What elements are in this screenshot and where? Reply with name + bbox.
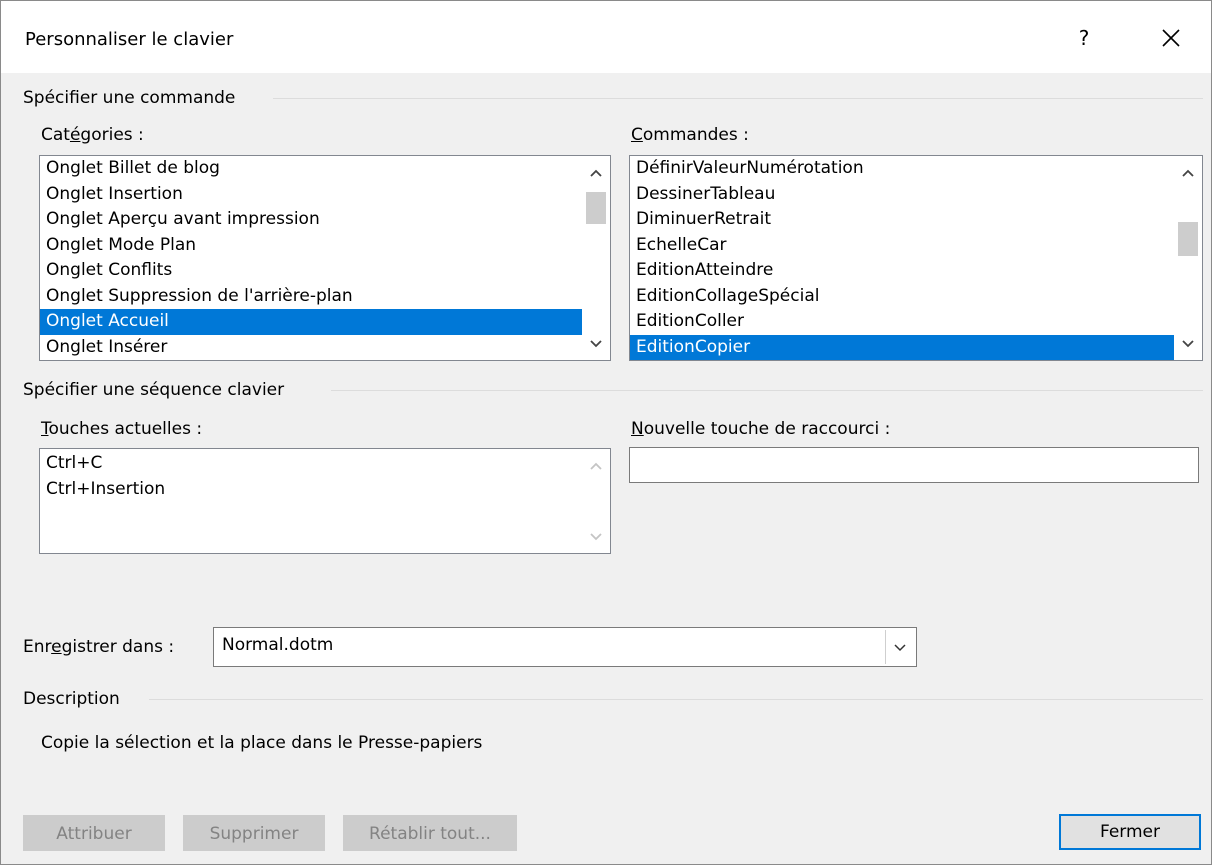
- current-keys-label: Touches actuelles :: [41, 419, 203, 439]
- commands-label: Commandes :: [631, 125, 749, 145]
- chevron-up-icon: [1182, 169, 1194, 177]
- list-item[interactable]: DessinerTableau: [630, 182, 1174, 208]
- help-button[interactable]: ?: [1069, 23, 1099, 53]
- commands-items: DéfinirValeurNumérotation DessinerTableau…: [630, 156, 1174, 360]
- list-item[interactable]: Onglet Aperçu avant impression: [40, 207, 582, 233]
- categories-listbox[interactable]: Onglet Billet de blog Onglet Insertion Ong…: [39, 155, 611, 361]
- close-dialog-button[interactable]: Fermer: [1059, 814, 1201, 850]
- list-item[interactable]: Onglet Insérer: [40, 335, 582, 361]
- list-item[interactable]: Ctrl+C: [40, 451, 582, 477]
- chevron-up-icon: [590, 462, 602, 470]
- save-in-label: Enregistrer dans :: [23, 637, 175, 657]
- description-title: Description: [23, 689, 120, 709]
- list-item[interactable]: Onglet Billet de blog: [40, 156, 582, 182]
- scroll-down-button[interactable]: [582, 330, 610, 356]
- save-in-dropdown[interactable]: Normal.dotm: [213, 627, 917, 667]
- categories-label: Catégories :: [41, 125, 144, 145]
- list-item[interactable]: EditionAtteindre: [630, 258, 1174, 284]
- keyboard-group-title: Spécifier une séquence clavier: [23, 380, 285, 400]
- command-group-title: Spécifier une commande: [23, 88, 236, 108]
- categories-scrollbar[interactable]: [582, 156, 610, 360]
- close-button[interactable]: [1151, 23, 1191, 53]
- scroll-up-button: [582, 453, 610, 479]
- customize-keyboard-dialog: Personnaliser le clavier ? Spécifier une…: [0, 0, 1212, 865]
- save-in-value: Normal.dotm: [222, 635, 334, 655]
- list-item[interactable]: EditionColler: [630, 309, 1174, 335]
- list-item[interactable]: Ctrl+Insertion: [40, 477, 582, 503]
- categories-items: Onglet Billet de blog Onglet Insertion Ong…: [40, 156, 582, 360]
- dropdown-button[interactable]: [885, 630, 914, 664]
- description-divider: [149, 699, 1203, 700]
- scroll-thumb[interactable]: [1178, 222, 1198, 256]
- chevron-down-icon: [1182, 340, 1194, 348]
- assign-button[interactable]: Attribuer: [23, 815, 165, 851]
- list-item[interactable]: Onglet Accueil: [40, 309, 582, 335]
- description-text: Copie la sélection et la place dans le P…: [41, 733, 483, 753]
- current-keys-items: Ctrl+C Ctrl+Insertion: [40, 451, 582, 553]
- commands-listbox[interactable]: DéfinirValeurNumérotation DessinerTableau…: [629, 155, 1203, 361]
- dialog-title: Personnaliser le clavier: [25, 29, 234, 50]
- scroll-down-button[interactable]: [1174, 330, 1202, 356]
- current-keys-listbox[interactable]: Ctrl+C Ctrl+Insertion: [39, 448, 611, 554]
- chevron-down-icon: [590, 533, 602, 541]
- reset-all-button[interactable]: Rétablir tout...: [343, 815, 517, 851]
- new-shortcut-label: Nouvelle touche de raccourci :: [631, 419, 891, 439]
- help-icon: ?: [1078, 26, 1090, 50]
- chevron-up-icon: [590, 169, 602, 177]
- chevron-down-icon: [894, 644, 906, 652]
- commands-scrollbar[interactable]: [1174, 156, 1202, 360]
- list-item[interactable]: EditionCollageSpécial: [630, 284, 1174, 310]
- current-keys-scrollbar: [582, 449, 610, 553]
- list-item[interactable]: EchelleCar: [630, 233, 1174, 259]
- scroll-up-button[interactable]: [1174, 160, 1202, 186]
- title-bar: Personnaliser le clavier ?: [1, 1, 1211, 73]
- scroll-down-button: [582, 523, 610, 549]
- chevron-down-icon: [590, 340, 602, 348]
- list-item[interactable]: EditionCopier: [630, 334, 1174, 360]
- list-item[interactable]: Onglet Insertion: [40, 182, 582, 208]
- close-icon: [1162, 29, 1180, 47]
- list-item[interactable]: DéfinirValeurNumérotation: [630, 156, 1174, 182]
- keyboard-group-divider: [331, 390, 1203, 391]
- list-item[interactable]: Onglet Suppression de l'arrière-plan: [40, 284, 582, 310]
- list-item[interactable]: Onglet Conflits: [40, 258, 582, 284]
- new-shortcut-input[interactable]: [629, 447, 1199, 483]
- scroll-thumb[interactable]: [586, 192, 606, 224]
- scroll-up-button[interactable]: [582, 160, 610, 186]
- remove-button[interactable]: Supprimer: [183, 815, 325, 851]
- list-item[interactable]: DiminuerRetrait: [630, 207, 1174, 233]
- list-item[interactable]: Onglet Mode Plan: [40, 233, 582, 259]
- command-group-divider: [273, 98, 1203, 99]
